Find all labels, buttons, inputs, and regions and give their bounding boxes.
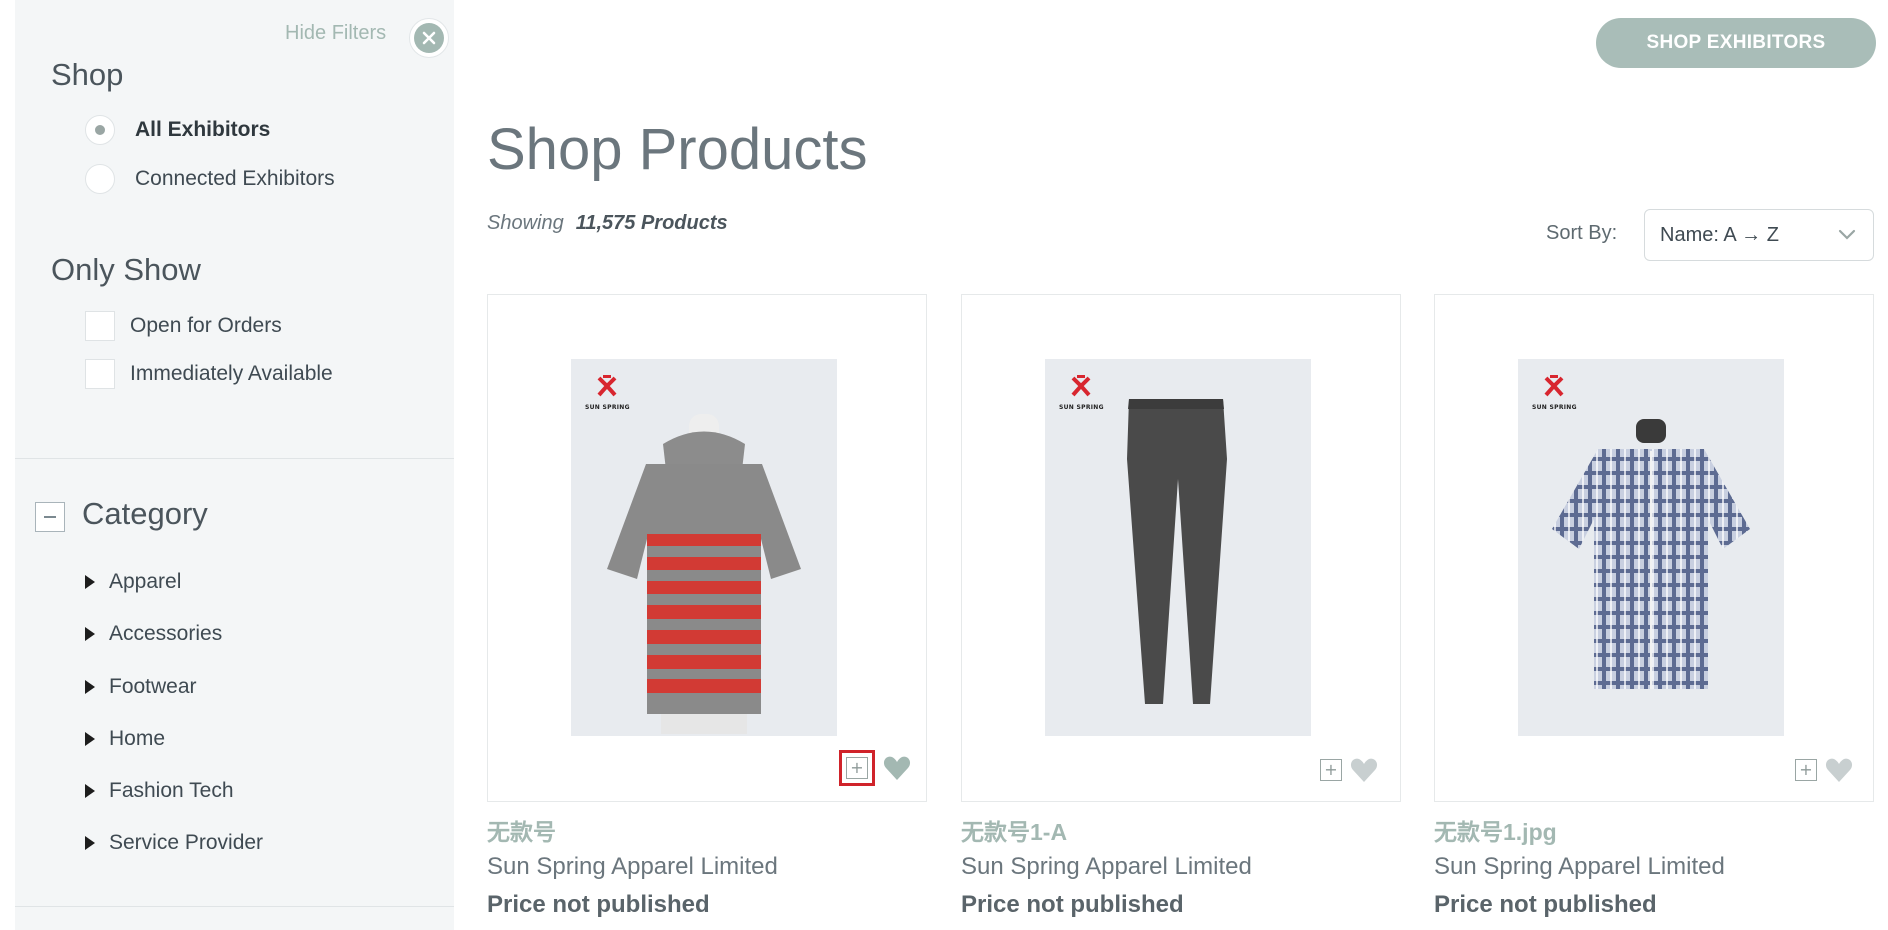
product-image[interactable]: SUN SPRING	[571, 359, 837, 736]
checkbox-immediately-available[interactable]: Immediately Available	[85, 359, 333, 389]
triangle-right-icon	[85, 732, 95, 746]
product-price: Price not published	[487, 891, 710, 918]
product-count: 11,575 Products	[575, 212, 728, 234]
brand-name: SUN SPRING	[585, 404, 630, 411]
radio-label: Connected Exhibitors	[135, 167, 335, 190]
category-label: Accessories	[109, 622, 223, 645]
sort-value: Name: A → Z	[1660, 223, 1779, 246]
product-name[interactable]: 无款号1.jpg	[1434, 813, 1557, 847]
card-actions: +	[1320, 757, 1378, 783]
brand-name: SUN SPRING	[1059, 404, 1104, 411]
triangle-right-icon	[85, 784, 95, 798]
category-label: Home	[109, 727, 166, 750]
only-show-section-title: Only Show	[51, 252, 201, 287]
product-card[interactable]: SUN SPRING +	[1434, 294, 1874, 802]
category-item-fashion-tech[interactable]: Fashion Tech	[85, 779, 234, 803]
category-item-apparel[interactable]: Apparel	[85, 570, 181, 594]
chevron-down-icon	[1838, 229, 1856, 240]
triangle-right-icon	[85, 575, 95, 589]
triangle-right-icon	[85, 680, 95, 694]
card-actions: +	[839, 750, 911, 786]
product-vendor[interactable]: Sun Spring Apparel Limited	[961, 853, 1252, 881]
showing-prefix: Showing	[487, 212, 564, 234]
heart-icon[interactable]	[1350, 757, 1378, 783]
plus-icon: +	[846, 757, 868, 779]
heart-icon[interactable]	[1825, 757, 1853, 783]
category-label: Fashion Tech	[109, 779, 234, 802]
add-to-list-button[interactable]: +	[1795, 759, 1817, 781]
product-name[interactable]: 无款号	[487, 813, 556, 847]
heart-icon[interactable]	[883, 755, 911, 781]
divider	[15, 458, 454, 459]
shop-section-title: Shop	[51, 57, 124, 92]
triangle-right-icon	[85, 836, 95, 850]
category-label: Service Provider	[109, 831, 264, 854]
checkbox[interactable]	[85, 311, 115, 341]
results-count: Showing 11,575 Products	[487, 212, 728, 235]
category-item-home[interactable]: Home	[85, 727, 165, 751]
category-label: Footwear	[109, 675, 197, 698]
card-actions: +	[1795, 757, 1853, 783]
category-item-footwear[interactable]: Footwear	[85, 675, 197, 699]
radio-label: All Exhibitors	[135, 118, 271, 141]
checkbox-open-for-orders[interactable]: Open for Orders	[85, 311, 282, 341]
page-title: Shop Products	[487, 117, 868, 182]
checkbox-label: Immediately Available	[130, 362, 333, 385]
product-image[interactable]: SUN SPRING	[1045, 359, 1311, 736]
collapse-category-button[interactable]	[35, 502, 65, 532]
product-card[interactable]: SUN SPRING +	[487, 294, 927, 802]
hide-filters-button[interactable]	[409, 18, 449, 58]
radio-all-exhibitors[interactable]: All Exhibitors	[85, 115, 270, 145]
hide-filters-link[interactable]: Hide Filters	[285, 22, 386, 45]
triangle-right-icon	[85, 627, 95, 641]
radio-button[interactable]	[85, 115, 115, 145]
sort-label: Sort By:	[1546, 222, 1618, 244]
brand-name: SUN SPRING	[1532, 404, 1577, 411]
brand-logo: SUN SPRING	[1532, 374, 1577, 411]
product-price: Price not published	[1434, 891, 1657, 918]
add-to-list-button[interactable]: +	[1320, 759, 1342, 781]
close-circle-icon	[414, 23, 444, 53]
divider	[15, 906, 454, 907]
category-item-service-provider[interactable]: Service Provider	[85, 831, 263, 855]
category-item-accessories[interactable]: Accessories	[85, 622, 222, 646]
radio-connected-exhibitors[interactable]: Connected Exhibitors	[85, 164, 335, 194]
checkbox[interactable]	[85, 359, 115, 389]
add-to-list-button[interactable]: +	[839, 750, 875, 786]
filter-sidebar: Hide Filters Shop All Exhibitors Connect…	[15, 0, 454, 930]
shop-exhibitors-button[interactable]: SHOP EXHIBITORS	[1596, 18, 1876, 68]
product-card[interactable]: SUN SPRING +	[961, 294, 1401, 802]
product-image[interactable]: SUN SPRING	[1518, 359, 1784, 736]
category-section-title: Category	[82, 496, 208, 531]
brand-logo: SUN SPRING	[1059, 374, 1104, 411]
product-vendor[interactable]: Sun Spring Apparel Limited	[487, 853, 778, 881]
brand-logo: SUN SPRING	[585, 374, 630, 411]
checkbox-label: Open for Orders	[130, 314, 282, 337]
radio-button[interactable]	[85, 164, 115, 194]
product-vendor[interactable]: Sun Spring Apparel Limited	[1434, 853, 1725, 881]
product-price: Price not published	[961, 891, 1184, 918]
product-name[interactable]: 无款号1-A	[961, 813, 1067, 847]
minus-icon	[44, 516, 56, 518]
sort-dropdown[interactable]: Name: A → Z	[1644, 209, 1874, 261]
category-label: Apparel	[109, 570, 182, 593]
